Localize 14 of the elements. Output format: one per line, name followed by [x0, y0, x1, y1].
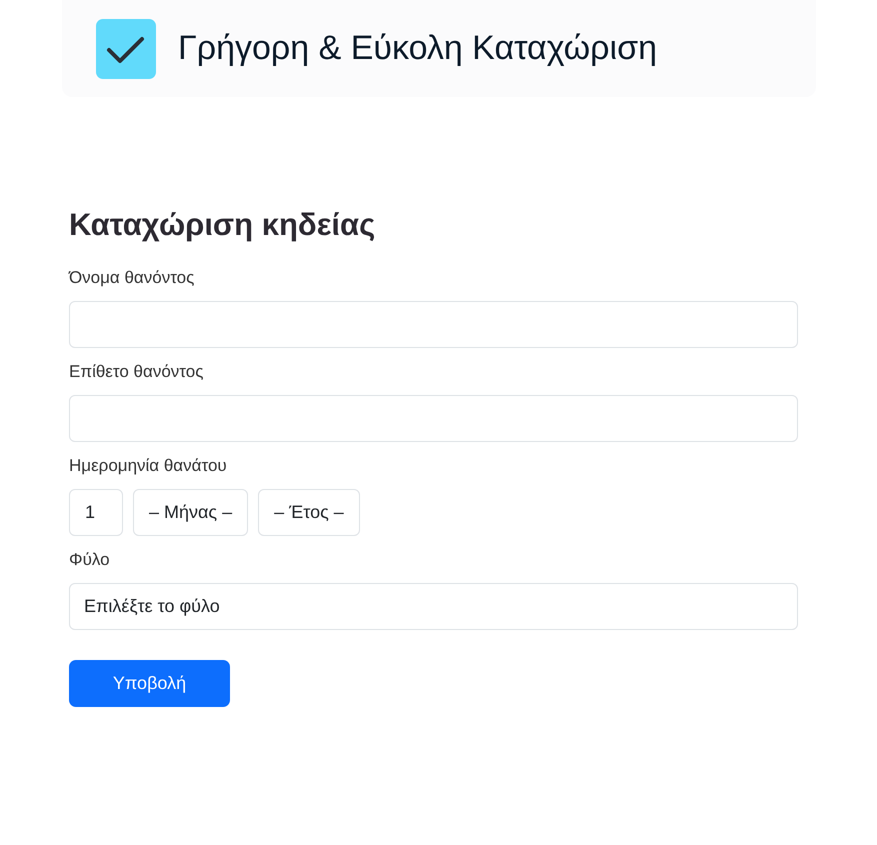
gender-dropdown[interactable]: Επιλέξτε το φύλο — [69, 583, 798, 630]
submit-button[interactable]: Υποβολή — [69, 660, 230, 707]
field-label: Ημερομηνία θανάτου — [69, 455, 227, 477]
form-heading: Καταχώριση κηδείας — [69, 206, 376, 244]
year-dropdown[interactable]: – Έτος – — [258, 489, 360, 536]
day-field[interactable]: 1 — [69, 489, 123, 536]
input-field[interactable] — [69, 395, 798, 442]
field-label: Επίθετο θανόντος — [69, 361, 204, 383]
field-label: Φύλο — [69, 549, 110, 571]
checkmark-icon — [96, 18, 156, 78]
input-field[interactable] — [69, 301, 798, 348]
month-dropdown[interactable]: – Μήνας – — [133, 489, 248, 536]
field-label: Όνομα θανόντος — [69, 267, 194, 289]
site-title: Γρήγορη & Εύκολη Καταχώριση — [178, 29, 657, 68]
